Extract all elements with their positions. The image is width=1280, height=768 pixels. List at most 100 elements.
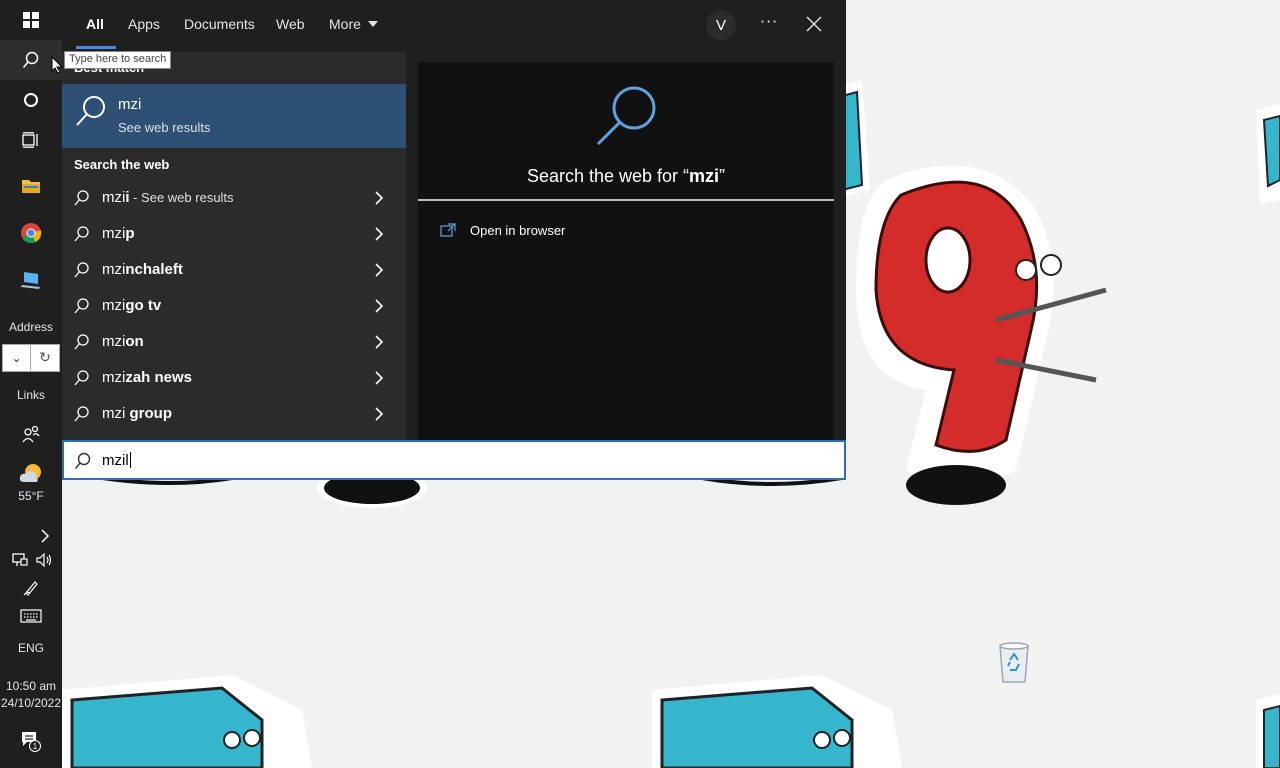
tab-more[interactable]: More: [329, 16, 379, 32]
cyan-box-sticker-bottom-middle: [652, 675, 902, 768]
search-suggestion-item[interactable]: mzizah news: [62, 360, 406, 396]
search-icon: [74, 406, 89, 422]
tab-apps[interactable]: Apps: [128, 16, 160, 32]
people-icon: [22, 425, 40, 443]
search-icon: [74, 452, 91, 469]
divider: [418, 199, 834, 201]
suggestion-prefix: mzi: [102, 189, 126, 206]
suggestion-prefix: mzi: [102, 333, 126, 350]
chevron-right-icon[interactable]: [374, 227, 384, 241]
best-match-subtitle: See web results: [118, 120, 211, 135]
recycle-bin-icon[interactable]: [994, 640, 1034, 684]
cyan-box-sticker-edge: [1256, 104, 1280, 204]
more-options-button[interactable]: ···: [760, 12, 778, 31]
search-icon: [74, 190, 89, 206]
links-toolbar-label[interactable]: Links: [0, 388, 62, 402]
account-avatar[interactable]: V: [706, 10, 736, 40]
preview-title-suffix: ”: [719, 166, 726, 186]
search-suggestion-item[interactable]: mzion: [62, 324, 406, 360]
tab-web[interactable]: Web: [276, 16, 305, 32]
search-icon: [76, 96, 105, 126]
network-button[interactable]: [8, 548, 32, 572]
chevron-right-icon[interactable]: [374, 335, 384, 349]
search-input-text: mzil: [102, 452, 129, 469]
search-icon: [74, 334, 89, 350]
chevron-right-icon: [41, 529, 50, 543]
suggestion-prefix: mzi: [102, 261, 126, 278]
tab-documents[interactable]: Documents: [184, 16, 255, 32]
input-language-button[interactable]: ENG: [0, 641, 62, 655]
results-pane: Best match mzi See web results Search th…: [62, 52, 406, 440]
search-suggestion-item[interactable]: mzigo tv: [62, 288, 406, 324]
best-match-title: mzi: [118, 96, 142, 113]
address-toolbar-label: Address: [8, 320, 54, 334]
notification-count-badge: 1: [33, 742, 38, 751]
chevron-right-icon[interactable]: [374, 407, 384, 421]
task-view-icon: [22, 132, 38, 148]
search-input[interactable]: mzil: [62, 440, 846, 480]
suggestion-text: mzinchaleft: [102, 261, 183, 278]
weather-icon: [19, 464, 41, 482]
suggestion-completion: zah news: [125, 369, 193, 386]
preview-query: mzi: [689, 166, 720, 186]
touch-keyboard-button[interactable]: [0, 604, 62, 628]
chevron-right-icon[interactable]: [374, 191, 384, 205]
pen-icon: [23, 581, 38, 596]
refresh-icon: ↻: [39, 350, 51, 366]
suggestion-text: mzion: [102, 333, 144, 350]
this-pc-button[interactable]: [0, 260, 62, 300]
chevron-right-icon[interactable]: [374, 263, 384, 277]
suggestion-completion: go tv: [125, 297, 162, 314]
mouse-cursor-icon: [51, 56, 63, 74]
search-suggestion-item[interactable]: mzii - See web results: [62, 180, 406, 216]
search-flyout: All Apps Documents Web More V ··· Best m…: [62, 0, 846, 440]
chrome-icon: [21, 223, 42, 244]
suggestion-text: mzigo tv: [102, 297, 161, 314]
search-suggestion-item[interactable]: mzip: [62, 216, 406, 252]
search-suggestion-item[interactable]: mzi group: [62, 396, 406, 432]
clock-date[interactable]: 24/10/2022: [0, 696, 62, 710]
search-icon: [74, 298, 89, 314]
suggestion-completion: group: [125, 405, 172, 422]
preview-title: Search the web for “mzi”: [418, 166, 834, 187]
preview-pane: Search the web for “mzi” Open in browser: [418, 62, 834, 440]
open-in-browser-button[interactable]: Open in browser: [440, 220, 565, 240]
suggestion-text: mzii - See web results: [102, 189, 234, 206]
chevron-down-icon: ⌄: [11, 351, 22, 365]
search-tabs: All Apps Documents Web More V ···: [62, 0, 846, 50]
suggestion-text: mzip: [102, 225, 135, 242]
address-refresh-button[interactable]: ↻: [31, 344, 60, 372]
preview-title-prefix: Search the web for “: [526, 166, 690, 186]
start-button[interactable]: [0, 0, 62, 40]
chevron-right-icon[interactable]: [374, 371, 384, 385]
weather-button[interactable]: [0, 458, 62, 488]
file-explorer-button[interactable]: [0, 166, 62, 206]
chevron-right-icon[interactable]: [374, 299, 384, 313]
this-pc-icon: [21, 272, 40, 289]
cortana-button[interactable]: [0, 80, 62, 120]
tab-all[interactable]: All: [86, 16, 104, 32]
search-tooltip: Type here to search: [64, 51, 172, 69]
search-suggestion-item[interactable]: mzinchaleft: [62, 252, 406, 288]
suggestion-prefix: mzi: [102, 405, 126, 422]
best-match-item[interactable]: mzi See web results: [62, 84, 406, 148]
cortana-icon: [24, 93, 38, 107]
text-caret: [129, 452, 131, 468]
shadow-stickers: [102, 478, 842, 508]
people-button[interactable]: [0, 414, 62, 454]
windows-start-icon: [23, 12, 39, 28]
close-icon[interactable]: [804, 14, 824, 34]
suggestion-completion: nchaleft: [125, 261, 183, 278]
weather-temperature: 55°F: [18, 489, 44, 503]
cyan-box-sticker-bottom-left: [62, 675, 312, 768]
suggestion-text: mzi group: [102, 405, 172, 422]
action-center-button[interactable]: 1: [0, 724, 62, 758]
pen-workspace-button[interactable]: [0, 576, 62, 600]
tab-more-label: More: [329, 16, 361, 32]
volume-button[interactable]: [32, 548, 56, 572]
cyan-box-sticker-bottom-right: [1256, 694, 1280, 768]
task-view-button[interactable]: [0, 120, 62, 160]
address-dropdown-button[interactable]: ⌄: [2, 344, 31, 372]
clock-time[interactable]: 10:50 am: [0, 679, 62, 693]
chrome-button[interactable]: [0, 213, 62, 253]
